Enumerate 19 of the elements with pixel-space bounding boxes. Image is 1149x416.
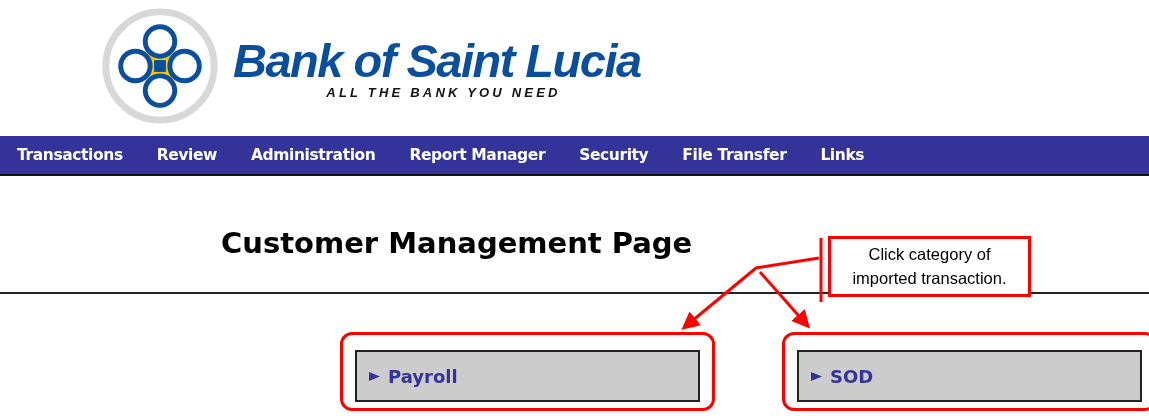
triangle-icon [369,370,380,382]
logo-icon [101,7,219,125]
callout-bracket [819,238,823,302]
nav-link[interactable]: Transactions [17,146,123,164]
triangle-icon [811,370,822,382]
bank-name: Bank of Saint Lucia [233,35,641,86]
callout-box: Click category of imported transaction. [828,236,1031,297]
page-title: Customer Management Page [221,226,693,262]
category-label: Payroll [388,365,458,387]
category-button[interactable]: Payroll [355,350,700,402]
category-label: SOD [830,365,874,387]
nav-link[interactable]: Report Manager [409,146,546,164]
nav-link[interactable]: Administration [251,146,376,164]
nav-link[interactable]: File Transfer [682,146,787,164]
bank-tagline: ALL THE BANK YOU NEED [326,85,561,101]
category-button[interactable]: SOD [797,350,1142,402]
nav-link[interactable]: Links [820,146,865,164]
nav-link[interactable]: Security [579,146,649,164]
nav-link[interactable]: Review [156,146,217,164]
